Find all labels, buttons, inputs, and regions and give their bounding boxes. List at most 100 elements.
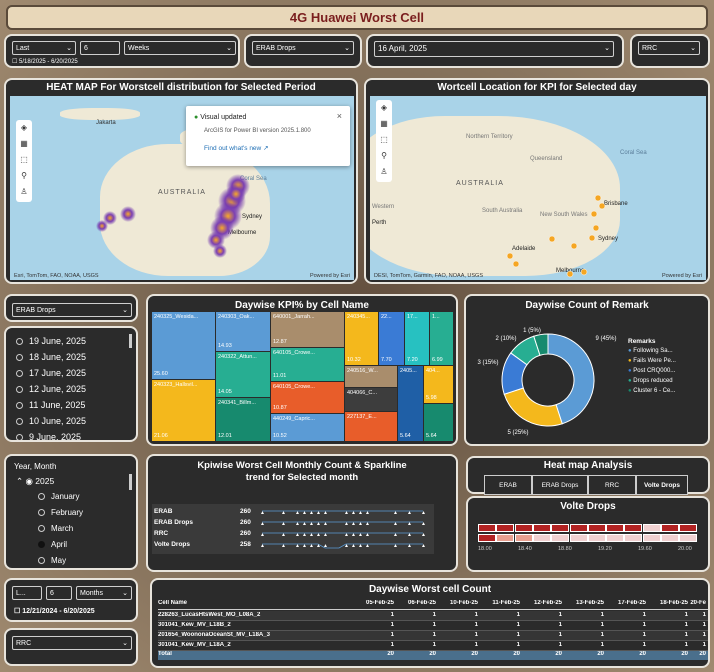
- volte-cell[interactable]: [661, 524, 679, 532]
- period-type-select[interactable]: Last ⌄: [12, 41, 76, 55]
- treemap-cell[interactable]: 240516_W...: [345, 366, 398, 388]
- table-cell: 1: [432, 612, 436, 618]
- month-option[interactable]: March: [38, 524, 73, 533]
- month-option[interactable]: February: [38, 508, 83, 517]
- treemap-cell[interactable]: 5.64: [424, 404, 454, 442]
- donut-slice[interactable]: [503, 387, 563, 427]
- treemap-cell[interactable]: 1... 6.99: [430, 312, 454, 366]
- treemap-cell-name: 404...: [426, 368, 440, 374]
- treemap-cell[interactable]: 404... 5.98: [424, 366, 454, 404]
- volte-cell[interactable]: [478, 534, 496, 542]
- table-cell: 1: [390, 642, 394, 648]
- volte-cell[interactable]: [587, 534, 606, 542]
- volte-cell[interactable]: [661, 534, 679, 542]
- qr-icon[interactable]: ▦: [376, 116, 392, 132]
- kpi-select[interactable]: ERAB Drops ⌄: [252, 41, 354, 55]
- erab-drops-button[interactable]: ERAB Drops: [532, 475, 588, 495]
- qr-icon[interactable]: ▦: [16, 136, 32, 152]
- legend-item[interactable]: ● Fails Were Pe...: [628, 358, 676, 364]
- range-type-select[interactable]: L...: [12, 586, 42, 600]
- treemap-cell[interactable]: 640001_Jarrah... 12.87: [271, 312, 345, 348]
- volte-cell[interactable]: [569, 524, 588, 532]
- scrollbar[interactable]: [129, 334, 132, 348]
- volte-cell[interactable]: [496, 534, 515, 542]
- search-icon[interactable]: ⚲: [16, 168, 32, 184]
- range-count-input[interactable]: 6: [46, 586, 72, 600]
- treemap-cell[interactable]: 227137_E...: [345, 412, 398, 442]
- date-option[interactable]: 9 June, 2025: [16, 432, 81, 440]
- search-icon[interactable]: ⚲: [376, 148, 392, 164]
- legend-item[interactable]: ● Following Sa...: [628, 348, 676, 354]
- date-option[interactable]: 11 June, 2025: [16, 400, 85, 410]
- period-count-input[interactable]: 6: [80, 41, 120, 55]
- treemap-cell[interactable]: 17... 7.20: [405, 312, 430, 366]
- volte-cell[interactable]: [624, 534, 643, 542]
- date-option[interactable]: 17 June, 2025: [16, 368, 86, 378]
- location-map-title: Wortcell Location for KPI for Selected d…: [437, 82, 637, 93]
- rrc-button[interactable]: RRC: [588, 475, 636, 495]
- treemap-cell[interactable]: 640105_Crowe... 10.87: [271, 382, 345, 414]
- volte-cell[interactable]: [551, 534, 570, 542]
- date-select[interactable]: 16 April, 2025 ⌄: [374, 41, 614, 57]
- volte-cell[interactable]: [478, 524, 496, 532]
- treemap-cell[interactable]: 2405... 5.64: [398, 366, 424, 442]
- volte-cell[interactable]: [514, 534, 533, 542]
- volte-cell[interactable]: [569, 534, 588, 542]
- treemap-cell[interactable]: 240303_Oak... 14.93: [216, 312, 271, 352]
- date-option[interactable]: 18 June, 2025: [16, 352, 86, 362]
- table-cell: 228263_LucasHtsWest_MO_L08A_2: [158, 612, 261, 618]
- select-icon[interactable]: ⬚: [376, 132, 392, 148]
- volte-cell[interactable]: [679, 524, 698, 532]
- legend-item[interactable]: ● Post CRQ000...: [628, 368, 676, 374]
- scrollbar[interactable]: [129, 474, 132, 490]
- volte-cell[interactable]: [642, 524, 661, 532]
- volte-cell[interactable]: [587, 524, 606, 532]
- date-option[interactable]: 19 June, 2025: [16, 336, 86, 346]
- treemap-chart[interactable]: 240325_Wesida... 25.60 240323_Hallsvil... 2…: [152, 312, 454, 442]
- period-unit-select[interactable]: Weeks ⌄: [124, 41, 236, 55]
- volte-cell[interactable]: [551, 524, 570, 532]
- rrc-select[interactable]: RRC ⌄: [12, 636, 132, 650]
- volte-cell[interactable]: [642, 534, 661, 542]
- popup-link[interactable]: Find out what's new ↗: [204, 144, 269, 152]
- volte-cell[interactable]: [496, 524, 515, 532]
- treemap-cell[interactable]: 640105_Crowe... 11.01: [271, 348, 345, 382]
- person-icon[interactable]: ♙: [376, 164, 392, 180]
- year-node[interactable]: ⌃ ◉ 2025: [16, 476, 54, 487]
- volte-drops-button[interactable]: Volte Drops: [636, 475, 688, 495]
- person-icon[interactable]: ♙: [16, 184, 32, 200]
- volte-cell[interactable]: [514, 524, 533, 532]
- layers-icon[interactable]: ◈: [376, 100, 392, 116]
- volte-cell[interactable]: [606, 524, 625, 532]
- treemap-cell[interactable]: 240345... 10.32: [345, 312, 379, 366]
- close-icon[interactable]: ×: [337, 111, 342, 121]
- month-option[interactable]: May: [38, 556, 66, 565]
- heatmap-map[interactable]: Jakarta AUSTRALIA Coral Sea Sydney Melbo…: [10, 96, 354, 280]
- volte-cell[interactable]: [606, 534, 625, 542]
- month-option[interactable]: January: [38, 492, 79, 501]
- date-option[interactable]: 10 June, 2025: [16, 416, 86, 426]
- volte-cell[interactable]: [532, 534, 551, 542]
- treemap-cell[interactable]: 240325_Wesida... 25.60: [152, 312, 216, 380]
- treemap-cell[interactable]: 240322_Attun... 14.05: [216, 352, 271, 398]
- range-unit-select[interactable]: Months ⌄: [76, 586, 132, 600]
- sparkline-table: ERAB 260 ▲ ▲ ▲ ▲ ▲ ▲ ▲ ▲ ▲ ▲ ▲ ▲ ▲ ▲ ERAB Drops 260 ▲ ▲ ▲ ▲ ▲ ▲…: [152, 504, 434, 554]
- treemap-cell[interactable]: 404066_C...: [345, 388, 398, 412]
- treemap-cell[interactable]: 240323_Hallsvil... 21.06: [152, 380, 216, 442]
- volte-cell[interactable]: [679, 534, 698, 542]
- treemap-cell[interactable]: 22... 7.70: [379, 312, 405, 366]
- select-icon[interactable]: ⬚: [16, 152, 32, 168]
- treemap-cell[interactable]: 240341_Billm... 12.01: [216, 398, 271, 442]
- location-map[interactable]: Northern Territory Queensland Coral Sea …: [370, 96, 706, 280]
- volte-cell[interactable]: [624, 524, 643, 532]
- volte-cell[interactable]: [532, 524, 551, 532]
- kpi2-select[interactable]: RRC ⌄: [638, 41, 700, 55]
- layers-icon[interactable]: ◈: [16, 120, 32, 136]
- treemap-cell[interactable]: 440249_Capric... 10.52: [271, 414, 345, 442]
- erab-button[interactable]: ERAB: [484, 475, 532, 495]
- kpi-left-select[interactable]: ERAB Drops ⌄: [12, 303, 132, 317]
- date-option[interactable]: 12 June, 2025: [16, 384, 86, 394]
- month-option-selected[interactable]: April: [38, 540, 67, 549]
- legend-item[interactable]: ● Drops reduced: [628, 378, 676, 384]
- legend-item[interactable]: ● Cluster 6 - Ce...: [628, 388, 676, 394]
